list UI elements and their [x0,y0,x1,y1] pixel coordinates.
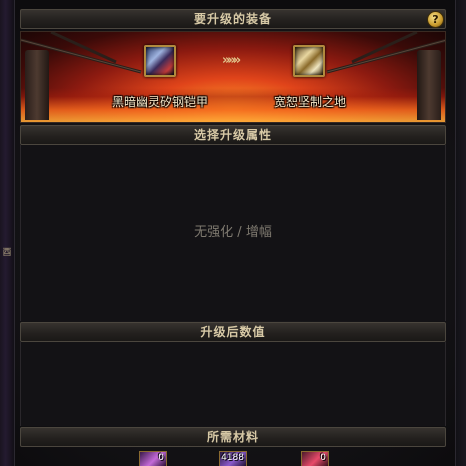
material-slot[interactable]: 0 [301,451,329,466]
lava-glow [21,88,445,122]
material-slot[interactable]: 0 [139,451,167,466]
attribute-section-header: 选择升级属性 [20,125,446,145]
upgrade-arrow-icon: »»» [222,53,241,68]
help-button[interactable]: ? [427,11,444,28]
equipment-section-title: 要升级的装备 [193,12,272,26]
target-item-name: 宽恕坚制之地 [274,95,347,109]
upgrade-window: 酉 要升级的装备 ? »»» 黑暗幽灵矽钢铠甲 宽恕坚制之地 选择升级属性 无强… [0,0,466,466]
left-edge [0,0,15,466]
right-edge [455,0,466,466]
top-strip [20,0,446,9]
material-count: 0 [158,453,164,463]
equipment-section-header: 要升级的装备 [20,9,446,29]
attribute-section-title: 选择升级属性 [193,128,272,142]
result-section-title: 升级后数值 [200,325,266,339]
material-count: 4188 [221,453,244,463]
source-item-name: 黑暗幽灵矽钢铠甲 [112,95,209,109]
left-pillar [25,50,49,120]
attribute-empty-text: 无强化 / 增幅 [194,225,272,240]
source-equipment-slot[interactable] [144,45,176,77]
right-pillar [417,50,441,120]
target-equipment-slot[interactable] [293,45,325,77]
material-slot[interactable]: 4188 [219,451,247,466]
equipment-banner: »»» 黑暗幽灵矽钢铠甲 宽恕坚制之地 [20,31,446,123]
result-section-header: 升级后数值 [20,322,446,342]
side-mark: 酉 [2,248,12,258]
materials-section-header: 所需材料 [20,427,446,447]
result-panel [20,342,446,426]
materials-section-title: 所需材料 [206,430,259,444]
material-count: 0 [320,453,326,463]
